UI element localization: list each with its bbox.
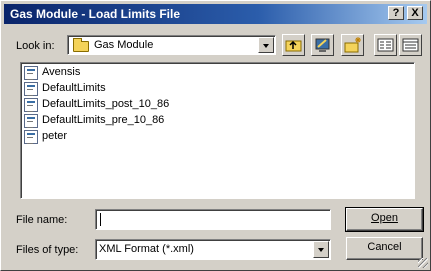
xml-file-icon [24,82,38,96]
xml-file-icon [24,66,38,80]
file-type-value: XML Format (*.xml) [99,243,194,255]
file-list[interactable]: Avensis DefaultLimits DefaultLimits_post… [20,62,415,199]
folder-icon [73,38,89,52]
file-type-label: Files of type: [16,244,79,256]
file-name: DefaultLimits_post_10_86 [42,98,170,110]
file-name: peter [42,130,68,142]
cancel-button[interactable]: Cancel [346,237,423,260]
look-in-combo[interactable]: Gas Module [67,35,276,55]
file-type-dropdown-button[interactable] [313,241,329,258]
file-name-label: File name: [16,214,68,226]
close-icon: X [411,7,419,19]
file-name-input[interactable] [95,209,331,230]
file-type-select[interactable]: XML Format (*.xml) [95,239,331,260]
xml-file-icon [24,114,38,128]
desktop-icon [315,38,330,52]
details-view-button[interactable] [399,34,422,56]
help-icon: ? [392,7,400,19]
text-cursor [100,213,101,226]
desktop-button[interactable] [311,34,334,56]
close-button[interactable]: X [407,6,423,20]
load-limits-dialog: Gas Module - Load Limits File ? X Look i… [0,0,431,271]
look-in-label: Look in: [16,40,55,52]
look-in-value: Gas Module [94,39,154,51]
new-folder-icon [344,37,361,53]
folder-up-icon [285,40,302,52]
resize-grip[interactable] [418,258,428,268]
help-button[interactable]: ? [388,6,404,20]
new-folder-button[interactable] [341,34,364,56]
chevron-down-icon [318,248,324,252]
list-view-icon [377,38,394,52]
xml-file-icon [24,130,38,144]
file-name: DefaultLimits [42,82,106,94]
xml-file-icon [24,98,38,112]
window-title: Gas Module - Load Limits File [10,7,181,21]
list-view-button[interactable] [374,34,397,56]
up-one-level-button[interactable] [282,34,305,56]
title-bar[interactable]: Gas Module - Load Limits File ? X [4,4,427,24]
chevron-down-icon [263,44,269,48]
details-view-icon [402,38,419,52]
look-in-dropdown-button[interactable] [258,37,274,53]
open-button[interactable]: Open [345,207,424,232]
file-name: Avensis [42,66,81,78]
file-name: DefaultLimits_pre_10_86 [42,114,165,126]
